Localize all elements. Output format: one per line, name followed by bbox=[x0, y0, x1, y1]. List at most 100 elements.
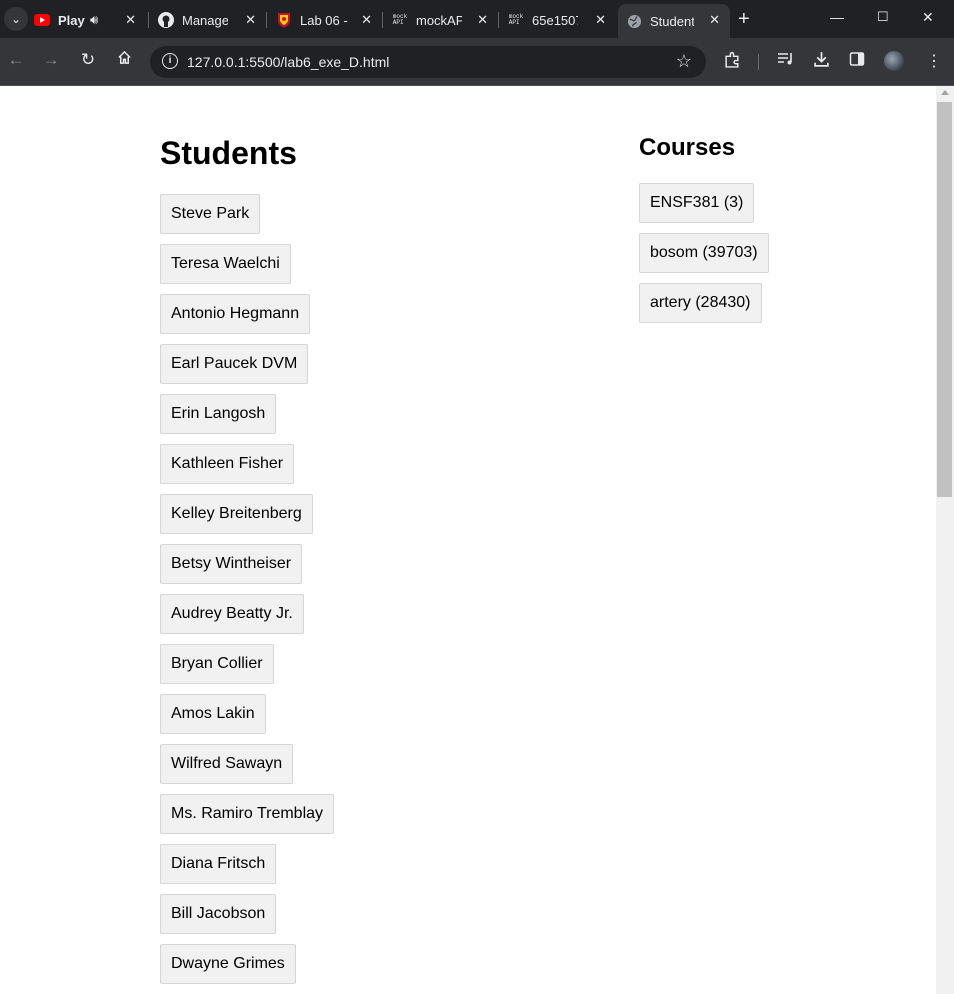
student-button[interactable]: Kathleen Fisher bbox=[160, 444, 295, 484]
vertical-scrollbar[interactable] bbox=[936, 86, 954, 994]
student-button[interactable]: Erin Langosh bbox=[160, 394, 277, 434]
list-item: Wilfred Sawayn bbox=[160, 744, 334, 794]
speaker-icon[interactable]: 🔊︎ bbox=[90, 12, 98, 28]
tab-divider bbox=[148, 12, 149, 28]
globe-icon bbox=[626, 13, 642, 29]
site-info-icon[interactable]: i bbox=[162, 53, 178, 69]
course-button[interactable]: bosom (39703) bbox=[639, 233, 769, 273]
scroll-up-arrow-icon[interactable] bbox=[941, 90, 949, 95]
list-item: Bill Jacobson bbox=[160, 894, 334, 944]
close-icon[interactable]: ✕ bbox=[477, 12, 488, 28]
minimize-button[interactable]: — bbox=[830, 9, 844, 25]
course-button[interactable]: artery (28430) bbox=[639, 283, 762, 323]
courses-heading: Courses bbox=[639, 134, 736, 161]
courses-list: ENSF381 (3) bosom (39703) artery (28430) bbox=[639, 183, 769, 333]
shield-crest-icon bbox=[276, 12, 292, 28]
list-item: Earl Paucek DVM bbox=[160, 344, 334, 394]
course-button[interactable]: ENSF381 (3) bbox=[639, 183, 755, 223]
list-item: Kelley Breitenberg bbox=[160, 494, 334, 544]
tab-mockapi-2[interactable]: mock API 65e1507 ✕ bbox=[500, 4, 616, 36]
tab-mockapi-1[interactable]: mockAPI mockAPI ✕ bbox=[384, 4, 498, 36]
students-section: Students Steve Park Teresa Waelchi Antonio… bbox=[160, 134, 335, 994]
reload-icon[interactable]: ↻ bbox=[77, 50, 99, 70]
tab-students-active[interactable]: Student ✕ bbox=[618, 4, 730, 38]
list-item: Audrey Beatty Jr. bbox=[160, 594, 334, 644]
tab-strip: ⌄ Play 🔊︎ ✕ Manage ✕ Lab 06 - ✕ mock API … bbox=[0, 0, 954, 38]
menu-kebab-icon[interactable]: ⋮ bbox=[926, 51, 942, 71]
mockapi-icon: mock API bbox=[392, 13, 408, 26]
close-icon[interactable]: ✕ bbox=[709, 12, 720, 28]
tab-divider bbox=[266, 12, 267, 28]
list-item: Kathleen Fisher bbox=[160, 444, 334, 494]
download-icon[interactable] bbox=[813, 51, 830, 73]
tab-divider bbox=[498, 12, 499, 28]
student-button[interactable]: Diana Fritsch bbox=[160, 844, 277, 884]
student-button[interactable]: Amos Lakin bbox=[160, 694, 266, 734]
list-item: Antonio Hegmann bbox=[160, 294, 334, 344]
home-icon[interactable] bbox=[113, 50, 135, 70]
browser-toolbar: ← → ↻ i 127.0.0.1:5500/lab6_exe_D.html ☆… bbox=[0, 38, 954, 86]
list-item: Bryan Collier bbox=[160, 644, 334, 694]
close-icon[interactable]: ✕ bbox=[595, 12, 606, 28]
list-item: Ms. Ramiro Tremblay bbox=[160, 794, 335, 844]
github-icon bbox=[158, 12, 174, 28]
tab-label: mockAPI bbox=[416, 12, 462, 28]
list-item: artery (28430) bbox=[639, 283, 769, 333]
toolbar-divider bbox=[758, 54, 759, 70]
media-control-icon[interactable] bbox=[777, 51, 795, 72]
scroll-thumb[interactable] bbox=[937, 102, 952, 497]
close-icon[interactable]: ✕ bbox=[361, 12, 372, 28]
profile-avatar[interactable] bbox=[884, 51, 904, 71]
list-item: Dwayne Grimes bbox=[160, 944, 334, 994]
list-item: Steve Park bbox=[160, 194, 334, 244]
list-item: Amos Lakin bbox=[160, 694, 334, 744]
address-bar[interactable]: i 127.0.0.1:5500/lab6_exe_D.html ☆ bbox=[150, 46, 706, 78]
tab-label: Student bbox=[650, 13, 694, 29]
student-button[interactable]: Dwayne Grimes bbox=[160, 944, 296, 984]
tab-divider bbox=[382, 12, 383, 28]
list-item: Diana Fritsch bbox=[160, 844, 334, 894]
tab-label: Manage bbox=[182, 12, 228, 28]
student-button[interactable]: Steve Park bbox=[160, 194, 261, 234]
url-text[interactable]: 127.0.0.1:5500/lab6_exe_D.html bbox=[187, 54, 389, 70]
student-button[interactable]: Audrey Beatty Jr. bbox=[160, 594, 304, 634]
maximize-button[interactable]: ☐ bbox=[877, 9, 889, 25]
students-heading: Students bbox=[160, 135, 297, 171]
student-button[interactable]: Bryan Collier bbox=[160, 644, 274, 684]
tab-youtube[interactable]: Play 🔊︎ ✕ bbox=[34, 4, 146, 36]
mockapi-icon: mock API bbox=[508, 13, 524, 26]
window-close-button[interactable]: ✕ bbox=[922, 9, 934, 26]
extensions-icon[interactable] bbox=[724, 51, 741, 73]
student-button[interactable]: Kelley Breitenberg bbox=[160, 494, 313, 534]
forward-arrow-icon[interactable]: → bbox=[40, 50, 62, 70]
student-button[interactable]: Earl Paucek DVM bbox=[160, 344, 309, 384]
list-item: bosom (39703) bbox=[639, 233, 769, 283]
student-button[interactable]: Bill Jacobson bbox=[160, 894, 277, 934]
courses-section: Courses ENSF381 (3) bosom (39703) artery (… bbox=[639, 134, 769, 333]
students-list: Steve Park Teresa Waelchi Antonio Hegmann E… bbox=[160, 194, 335, 994]
tab-github[interactable]: Manage ✕ bbox=[150, 4, 266, 36]
page-viewport: Students Steve Park Teresa Waelchi Antonio… bbox=[0, 86, 936, 994]
student-button[interactable]: Antonio Hegmann bbox=[160, 294, 311, 334]
student-button[interactable]: Teresa Waelchi bbox=[160, 244, 291, 284]
bookmark-star-icon[interactable]: ☆ bbox=[676, 51, 692, 72]
tab-label: 65e1507 bbox=[532, 12, 578, 28]
list-item: Erin Langosh bbox=[160, 394, 334, 444]
student-button[interactable]: Ms. Ramiro Tremblay bbox=[160, 794, 335, 834]
tab-search-button[interactable]: ⌄ bbox=[4, 7, 28, 31]
tab-label: Lab 06 - bbox=[300, 12, 348, 28]
list-item: Teresa Waelchi bbox=[160, 244, 334, 294]
side-panel-icon[interactable] bbox=[849, 51, 865, 72]
chevron-down-icon: ⌄ bbox=[10, 12, 22, 26]
list-item: Betsy Wintheiser bbox=[160, 544, 334, 594]
tab-label: Play bbox=[58, 12, 85, 28]
student-button[interactable]: Betsy Wintheiser bbox=[160, 544, 303, 584]
new-tab-button[interactable]: + bbox=[738, 8, 750, 31]
student-button[interactable]: Wilfred Sawayn bbox=[160, 744, 294, 784]
youtube-icon bbox=[34, 12, 50, 28]
close-icon[interactable]: ✕ bbox=[245, 12, 256, 28]
tab-lab06[interactable]: Lab 06 - ✕ bbox=[268, 4, 382, 36]
back-arrow-icon[interactable]: ← bbox=[5, 50, 27, 70]
close-icon[interactable]: ✕ bbox=[125, 12, 136, 28]
list-item: ENSF381 (3) bbox=[639, 183, 769, 233]
